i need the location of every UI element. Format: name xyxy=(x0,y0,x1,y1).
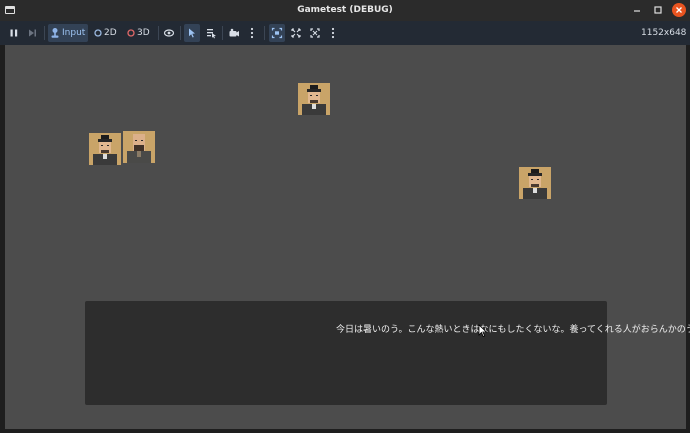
toolbar-separator xyxy=(158,26,159,40)
mode-2d-button[interactable]: 2D xyxy=(92,24,122,42)
character-sprite xyxy=(298,83,330,115)
visibility-button[interactable] xyxy=(161,24,177,42)
mouse-cursor-icon xyxy=(478,324,488,338)
mode-3d-button[interactable]: 3D xyxy=(125,24,155,42)
list-cursor-icon xyxy=(207,29,216,39)
fit-view-button[interactable] xyxy=(307,24,323,42)
camera-options-button[interactable] xyxy=(327,24,339,42)
noble-portrait-icon xyxy=(298,83,330,115)
input-toggle-button[interactable]: Input xyxy=(48,24,88,42)
toolbar-separator xyxy=(222,26,223,40)
eye-icon xyxy=(163,29,175,37)
dialog-box[interactable] xyxy=(85,301,607,405)
noble-portrait-icon xyxy=(89,133,121,165)
game-toolbar: Input 2D 3D 1152x648 xyxy=(0,21,690,45)
maximize-button[interactable] xyxy=(651,3,665,17)
window-titlebar: Gametest (DEBUG) xyxy=(0,0,690,21)
kebab-menu-icon xyxy=(250,27,254,39)
character-sprite xyxy=(123,131,155,163)
more-options-button[interactable] xyxy=(246,24,258,42)
minimize-icon xyxy=(634,10,640,12)
character-sprite xyxy=(89,133,121,165)
fullscreen-icon xyxy=(310,28,320,38)
list-select-button[interactable] xyxy=(203,24,219,42)
noble-portrait-icon xyxy=(519,167,551,199)
game-viewport[interactable] xyxy=(5,45,686,429)
bald-monk-portrait-icon xyxy=(123,131,155,163)
maximize-icon xyxy=(654,6,662,14)
cursor-arrow-icon xyxy=(189,28,195,38)
kebab-menu-icon xyxy=(331,27,335,39)
pause-icon xyxy=(10,29,18,37)
step-forward-button[interactable] xyxy=(24,24,40,42)
mode-2d-label: 2D xyxy=(104,28,117,38)
mode-3d-label: 3D xyxy=(137,28,150,38)
resolution-readout: 1152x648 xyxy=(641,28,687,38)
toolbar-separator xyxy=(180,26,181,40)
expand-arrows-icon xyxy=(291,28,301,38)
pause-button[interactable] xyxy=(6,24,22,42)
close-icon xyxy=(676,7,682,13)
step-forward-icon xyxy=(29,29,36,37)
circle-2d-icon xyxy=(94,29,102,37)
camera-button[interactable] xyxy=(226,24,242,42)
toolbar-separator xyxy=(44,26,45,40)
close-button[interactable] xyxy=(672,3,686,17)
toolbar-separator xyxy=(264,26,265,40)
joystick-icon xyxy=(51,28,59,38)
input-label: Input xyxy=(62,28,86,38)
camera-frame-icon xyxy=(271,27,283,39)
zoom-reset-button[interactable] xyxy=(288,24,304,42)
camera-override-button[interactable] xyxy=(269,24,285,42)
circle-3d-icon xyxy=(127,29,135,37)
camera-icon xyxy=(229,28,239,37)
minimize-button[interactable] xyxy=(630,3,644,17)
select-tool-button[interactable] xyxy=(184,24,200,42)
window-title: Gametest (DEBUG) xyxy=(297,5,393,15)
character-sprite xyxy=(519,167,551,199)
dialog-text: 今日は暑いのう。こんな熱いときはなにもしたくないな。養ってくれる人がおらんかのう… xyxy=(336,325,690,335)
